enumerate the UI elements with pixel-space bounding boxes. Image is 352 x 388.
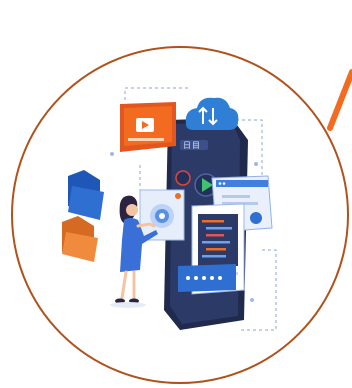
video-panel-icon: [120, 102, 176, 152]
illustration-canvas: 日目: [0, 0, 352, 388]
mobile-app-development-illustration: 日目: [11, 46, 352, 384]
phone-screen-text: 日目: [183, 141, 201, 150]
touch-panel: [139, 189, 185, 241]
record-dot-icon: [175, 170, 191, 186]
keypad-icon: [178, 264, 236, 292]
orange-accent-stroke: [327, 69, 352, 131]
